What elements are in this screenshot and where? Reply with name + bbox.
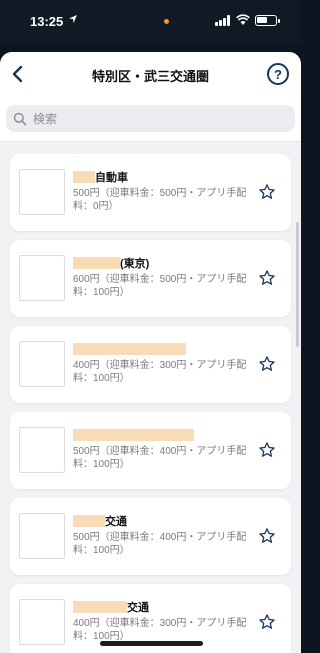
company-card[interactable]: 400円（迎車料金：300円・アプリ手配料：100円） [10,326,291,403]
status-time: 13:25 [30,14,64,29]
redacted-text [73,343,186,355]
redacted-text [73,601,127,613]
favorite-star-icon[interactable] [258,527,276,545]
wifi-icon [236,13,250,25]
battery-icon [255,15,280,26]
help-button[interactable]: ? [267,63,289,85]
company-fare: 400円（迎車料金：300円・アプリ手配料：100円） [73,618,247,642]
company-logo-placeholder [19,341,65,387]
location-arrow-icon [68,14,78,27]
page-title: 特別区・武三交通圏 [91,69,209,84]
company-name [73,428,194,442]
favorite-star-icon[interactable] [258,355,276,373]
company-logo-placeholder [19,255,65,301]
company-name: (東京) [73,256,149,270]
redacted-text [73,171,95,183]
company-logo-placeholder [19,599,65,645]
favorite-star-icon[interactable] [258,183,276,201]
company-card[interactable]: 500円（迎車料金：400円・アプリ手配料：100円） [10,412,291,489]
favorite-star-icon[interactable] [258,441,276,459]
search-bar[interactable] [6,105,295,132]
redacted-text [73,429,194,441]
favorite-star-icon[interactable] [258,269,276,287]
favorite-star-icon[interactable] [258,613,276,631]
search-area [0,96,301,142]
company-list: 自動車 500円（迎車料金：500円・アプリ手配料：0円） (東京) 600円（… [0,142,301,653]
scrollbar[interactable] [296,222,299,347]
company-name: 交通 [73,600,149,614]
company-logo-placeholder [19,427,65,473]
company-logo-placeholder [19,513,65,559]
company-card[interactable]: 交通 500円（迎車料金：400円・アプリ手配料：100円） [10,498,291,575]
company-fare: 500円（迎車料金：400円・アプリ手配料：100円） [73,532,247,556]
company-name: 自動車 [73,170,128,184]
recording-dot-icon [164,19,169,24]
modal-sheet: 特別区・武三交通圏 ? 自動車 500円（迎車料金：500円・アプリ手配料：0円… [0,52,301,653]
status-bar: 13:25 [0,0,301,44]
company-fare: 400円（迎車料金：300円・アプリ手配料：100円） [73,360,247,384]
company-card[interactable]: (東京) 600円（迎車料金：500円・アプリ手配料：100円） [10,240,291,317]
company-name: 交通 [73,514,127,528]
company-fare: 600円（迎車料金：500円・アプリ手配料：100円） [73,274,247,298]
navigation-header: 特別区・武三交通圏 ? [0,52,301,96]
redacted-text [73,257,120,269]
redacted-text [73,515,105,527]
company-logo-placeholder [19,169,65,215]
company-card[interactable]: 自動車 500円（迎車料金：500円・アプリ手配料：0円） [10,154,291,231]
company-fare: 500円（迎車料金：400円・アプリ手配料：100円） [73,446,247,470]
cellular-signal-icon [215,15,231,26]
home-indicator[interactable] [100,641,203,646]
company-fare: 500円（迎車料金：500円・アプリ手配料：0円） [73,188,247,212]
question-mark-icon: ? [274,66,282,82]
search-icon [13,112,27,125]
search-input[interactable] [33,111,233,126]
company-name [73,342,186,356]
